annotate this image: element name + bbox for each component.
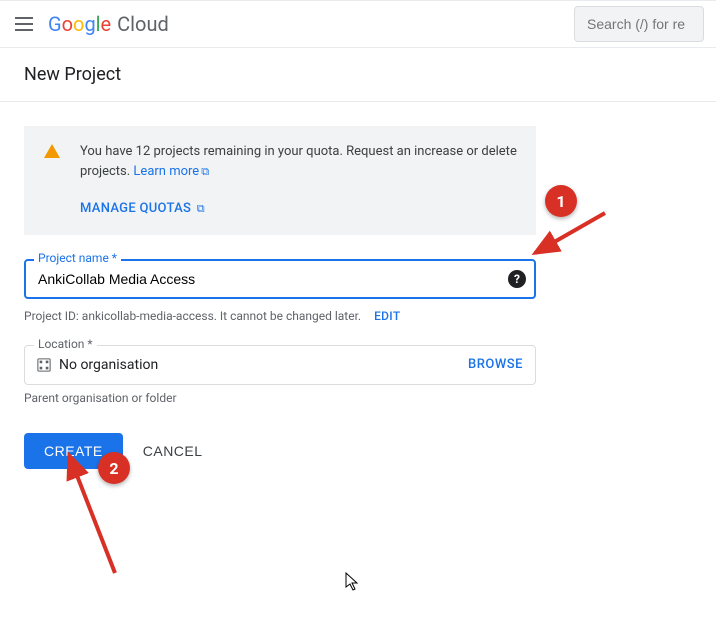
search-input[interactable]: [574, 6, 704, 42]
project-name-input[interactable]: [24, 259, 536, 299]
project-id-row: Project ID: ankicollab-media-access. It …: [24, 309, 536, 323]
manage-quotas-link[interactable]: MANAGE QUOTAS ⧉: [80, 199, 520, 219]
browse-button[interactable]: BROWSE: [468, 357, 523, 372]
logo-cloud-text: Cloud: [117, 12, 169, 36]
help-icon[interactable]: ?: [508, 270, 526, 288]
project-name-field: Project name * ?: [24, 259, 536, 299]
annotation-badge-2: 2: [98, 452, 130, 484]
search-container: [574, 6, 704, 42]
annotation-badge-1: 1: [545, 185, 577, 217]
location-field: Location * No organisation BROWSE: [24, 345, 536, 385]
content: You have 12 projects remaining in your q…: [0, 102, 560, 493]
quota-notice: You have 12 projects remaining in your q…: [24, 126, 536, 235]
top-bar: Google Cloud: [0, 0, 716, 48]
location-value: No organisation: [59, 357, 158, 373]
location-helper-text: Parent organisation or folder: [24, 391, 536, 405]
cursor-icon: [345, 572, 361, 592]
logo[interactable]: Google Cloud: [48, 12, 169, 36]
location-input[interactable]: No organisation BROWSE: [24, 345, 536, 385]
project-id-text: Project ID: ankicollab-media-access. It …: [24, 309, 361, 323]
project-name-label: Project name *: [34, 251, 121, 265]
organisation-icon: [37, 358, 51, 372]
learn-more-link[interactable]: Learn more⧉: [133, 164, 209, 179]
external-link-icon: ⧉: [201, 165, 209, 178]
edit-project-id-link[interactable]: EDIT: [374, 309, 400, 323]
menu-icon[interactable]: [12, 12, 36, 36]
location-label: Location *: [34, 337, 97, 351]
cancel-button[interactable]: CANCEL: [143, 443, 203, 459]
page-title-row: New Project: [0, 48, 716, 102]
external-link-icon: ⧉: [197, 202, 205, 215]
warning-icon: [44, 144, 60, 158]
page-title: New Project: [24, 64, 692, 85]
